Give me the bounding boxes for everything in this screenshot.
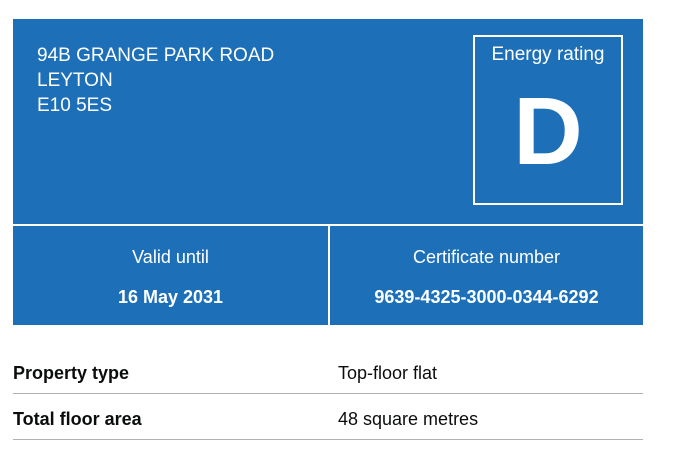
certificate-info-row: Valid until 16 May 2031 Certificate numb… [13, 226, 643, 325]
property-address: 94B GRANGE PARK ROAD LEYTON E10 5ES [37, 43, 274, 118]
summary-row-property-type: Property type Top-floor flat [13, 349, 643, 394]
summary-value: 48 square metres [338, 409, 479, 429]
address-line-1: 94B GRANGE PARK ROAD [37, 45, 275, 66]
energy-rating-label: Energy rating [491, 44, 605, 65]
address-line-2: LEYTON [37, 70, 113, 91]
valid-until-label: Valid until [132, 247, 209, 267]
valid-until-cell: Valid until 16 May 2031 [13, 226, 328, 325]
summary-row-floor-area: Total floor area 48 square metres [13, 395, 643, 440]
energy-rating-value: D [513, 78, 583, 185]
certificate-number-value: 9639-4325-3000-0344-6292 [374, 287, 599, 307]
epc-header: 94B GRANGE PARK ROAD LEYTON E10 5ES Ener… [13, 19, 643, 224]
epc-card: 94B GRANGE PARK ROAD LEYTON E10 5ES Ener… [13, 19, 643, 325]
certificate-number-label: Certificate number [412, 247, 561, 267]
certificate-number-cell: Certificate number 9639-4325-3000-0344-6… [330, 226, 643, 325]
address-line-3: E10 5ES [37, 95, 112, 116]
summary-key: Total floor area [13, 409, 142, 429]
valid-until-value: 16 May 2031 [117, 287, 224, 307]
summary-key: Property type [13, 363, 130, 383]
page: 94B GRANGE PARK ROAD LEYTON E10 5ES Ener… [0, 0, 678, 455]
summary-value: Top-floor flat [338, 363, 438, 383]
energy-rating-box: Energy rating D [473, 35, 623, 205]
property-summary-list: Property type Top-floor flat Total floor… [13, 349, 643, 440]
